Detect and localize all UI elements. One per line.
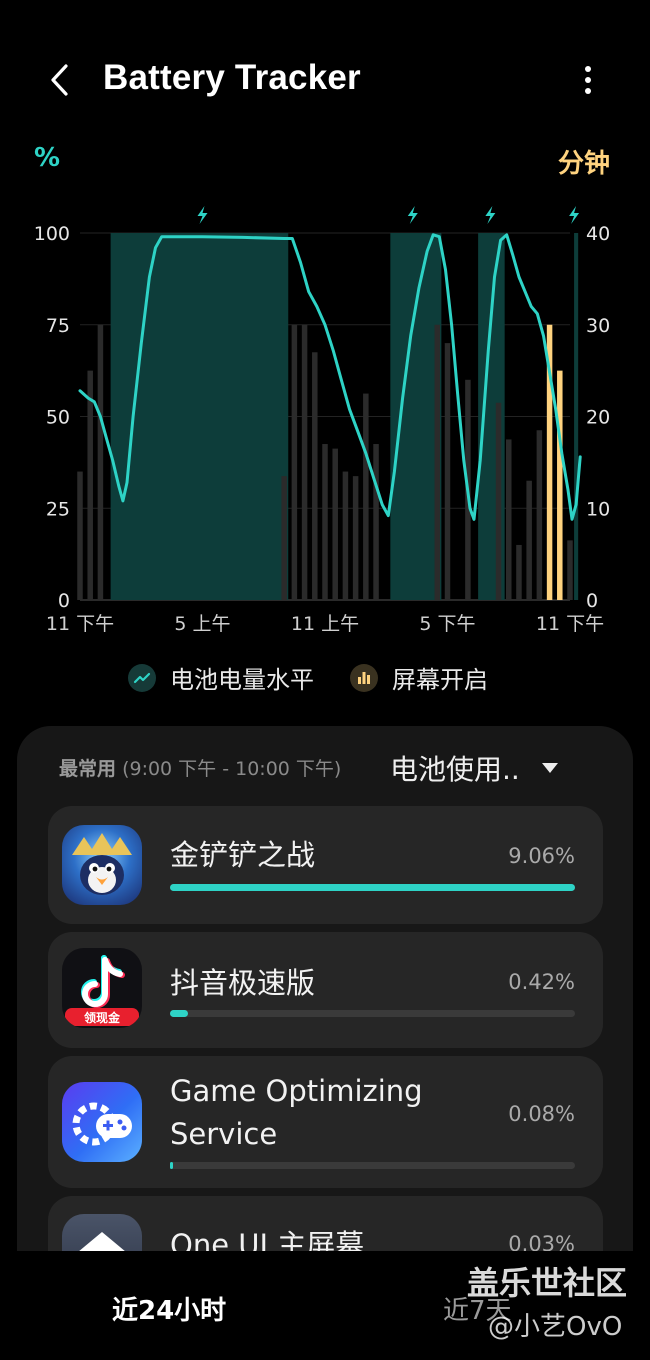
usage-bar-fill	[170, 1010, 188, 1017]
y-left-tick-label: 100	[34, 223, 70, 245]
y-right-tick-label: 20	[586, 407, 610, 429]
line-chart-icon	[128, 663, 156, 692]
y-right-tick-label: 30	[586, 315, 610, 337]
app-name-line1: Game Optimizing	[170, 1074, 423, 1108]
app-name: One UI 主屏幕	[170, 1228, 365, 1251]
more-vertical-icon	[585, 66, 591, 94]
screen-on-bar	[332, 448, 338, 600]
screen-on-bar	[342, 471, 349, 600]
app-name: 抖音极速版	[170, 966, 316, 1000]
screen-on-bar	[506, 439, 512, 600]
screen-on-bar	[434, 324, 441, 600]
usage-bar-fill	[170, 1162, 173, 1169]
charging-bolt-icon	[569, 206, 580, 224]
bar-chart-icon	[350, 663, 378, 692]
app-row-one-ui-home[interactable]: One UI 主屏幕 0.03%	[48, 1196, 603, 1251]
y-left-tick-label: 75	[46, 315, 70, 337]
right-axis-unit: 分钟	[558, 149, 611, 179]
page-title: Battery Tracker	[103, 58, 361, 97]
screen-on-bar	[97, 324, 104, 600]
tab-24h[interactable]: 近24小时	[112, 1290, 226, 1327]
charging-bolt-icon	[485, 206, 496, 224]
screen-on-bar	[352, 476, 359, 600]
y-right-tick-label: 40	[586, 223, 610, 245]
x-tick-label: 5 上午	[174, 613, 230, 635]
one-ui-home-app-icon	[62, 1214, 142, 1251]
app-percent: 0.03%	[508, 1232, 575, 1251]
screen-on-bar	[536, 430, 543, 600]
screen-on-bar	[77, 471, 83, 600]
screen-on-bar	[322, 444, 328, 600]
screen-on-bar	[301, 324, 308, 600]
game-optimizing-app-icon	[62, 1082, 142, 1162]
watermark-author: @小艺OvO	[488, 1312, 623, 1342]
most-used-header: 最常用 (9:00 下午 - 10:00 下午)	[59, 758, 342, 780]
usage-bar-fill	[170, 884, 575, 891]
x-tick-label: 11 下午	[46, 613, 114, 635]
charging-bolt-icon	[407, 206, 418, 224]
dropdown-arrow-icon	[541, 763, 558, 773]
charging-bolt-icon	[197, 206, 208, 224]
douyin-badge-text: 领现金	[84, 1010, 121, 1025]
charging-period	[574, 233, 579, 600]
app-percent: 0.08%	[508, 1102, 575, 1126]
y-right-tick-label: 0	[586, 590, 598, 612]
app-percent: 0.42%	[508, 970, 575, 994]
x-tick-label: 5 下午	[419, 613, 475, 635]
app-name-line2: Service	[170, 1117, 278, 1151]
legend-battery: 电池电量水平	[128, 660, 314, 695]
screen-on-bar-highlight	[557, 370, 563, 600]
app-header: Battery Tracker	[0, 40, 650, 124]
legend-screen: 屏幕开启	[350, 660, 488, 695]
app-row-jinchanchan[interactable]: 金铲铲之战 9.06%	[48, 806, 603, 924]
app-percent: 9.06%	[508, 844, 575, 868]
screen-on-bar	[373, 444, 379, 600]
app-row-game-optimizing-service[interactable]: Game Optimizing Service 0.08%	[48, 1056, 603, 1188]
usage-bar	[170, 1010, 575, 1017]
back-arrow-icon	[51, 64, 68, 96]
charging-period	[390, 233, 442, 600]
screen-on-bar	[567, 540, 573, 600]
sort-dropdown-label: 电池使用..	[390, 753, 520, 786]
x-tick-label: 11 下午	[536, 613, 604, 635]
app-usage-panel: 最常用 (9:00 下午 - 10:00 下午) 电池使用.. 金铲铲之战 9.…	[17, 726, 633, 1251]
app-name: 金铲铲之战	[170, 838, 316, 872]
more-options-button[interactable]	[568, 58, 608, 102]
y-left-tick-label: 50	[46, 407, 70, 429]
screen-on-bar	[516, 544, 522, 600]
screen-on-bar	[312, 352, 318, 600]
watermark-title: 盖乐世社区	[467, 1264, 628, 1302]
screen-on-bar	[444, 343, 451, 600]
usage-bar	[170, 1162, 575, 1169]
screen-on-bar	[526, 480, 532, 600]
y-left-tick-label: 25	[46, 498, 70, 520]
chart-legend: 电池电量水平 屏幕开启	[0, 660, 650, 700]
charging-period	[110, 233, 289, 600]
battery-chart[interactable]: 0 25 50 75 100 0 10 20 30 40 11 下午 5 上午 11 上午 5 下午 11 …	[0, 195, 650, 640]
y-left-tick-label: 0	[58, 590, 70, 612]
x-tick-label: 11 上午	[291, 613, 359, 635]
y-right-tick-label: 10	[586, 498, 610, 520]
screen-on-bar	[291, 324, 298, 600]
screen-on-bar	[363, 393, 369, 600]
jinchanchan-app-icon	[62, 825, 142, 905]
douyin-app-icon: 领现金	[62, 948, 142, 1028]
legend-battery-label: 电池电量水平	[170, 666, 314, 694]
screen-on-bar	[495, 402, 502, 600]
app-row-douyin[interactable]: 领现金 抖音极速版 0.42%	[48, 932, 603, 1048]
back-button[interactable]	[38, 58, 82, 102]
screen-on-bar	[87, 370, 93, 600]
left-axis-unit: %	[34, 143, 61, 173]
sort-dropdown[interactable]: 电池使用..	[390, 748, 558, 788]
screen-on-bar	[281, 476, 287, 600]
legend-screen-label: 屏幕开启	[392, 666, 488, 694]
usage-bar	[170, 884, 575, 891]
